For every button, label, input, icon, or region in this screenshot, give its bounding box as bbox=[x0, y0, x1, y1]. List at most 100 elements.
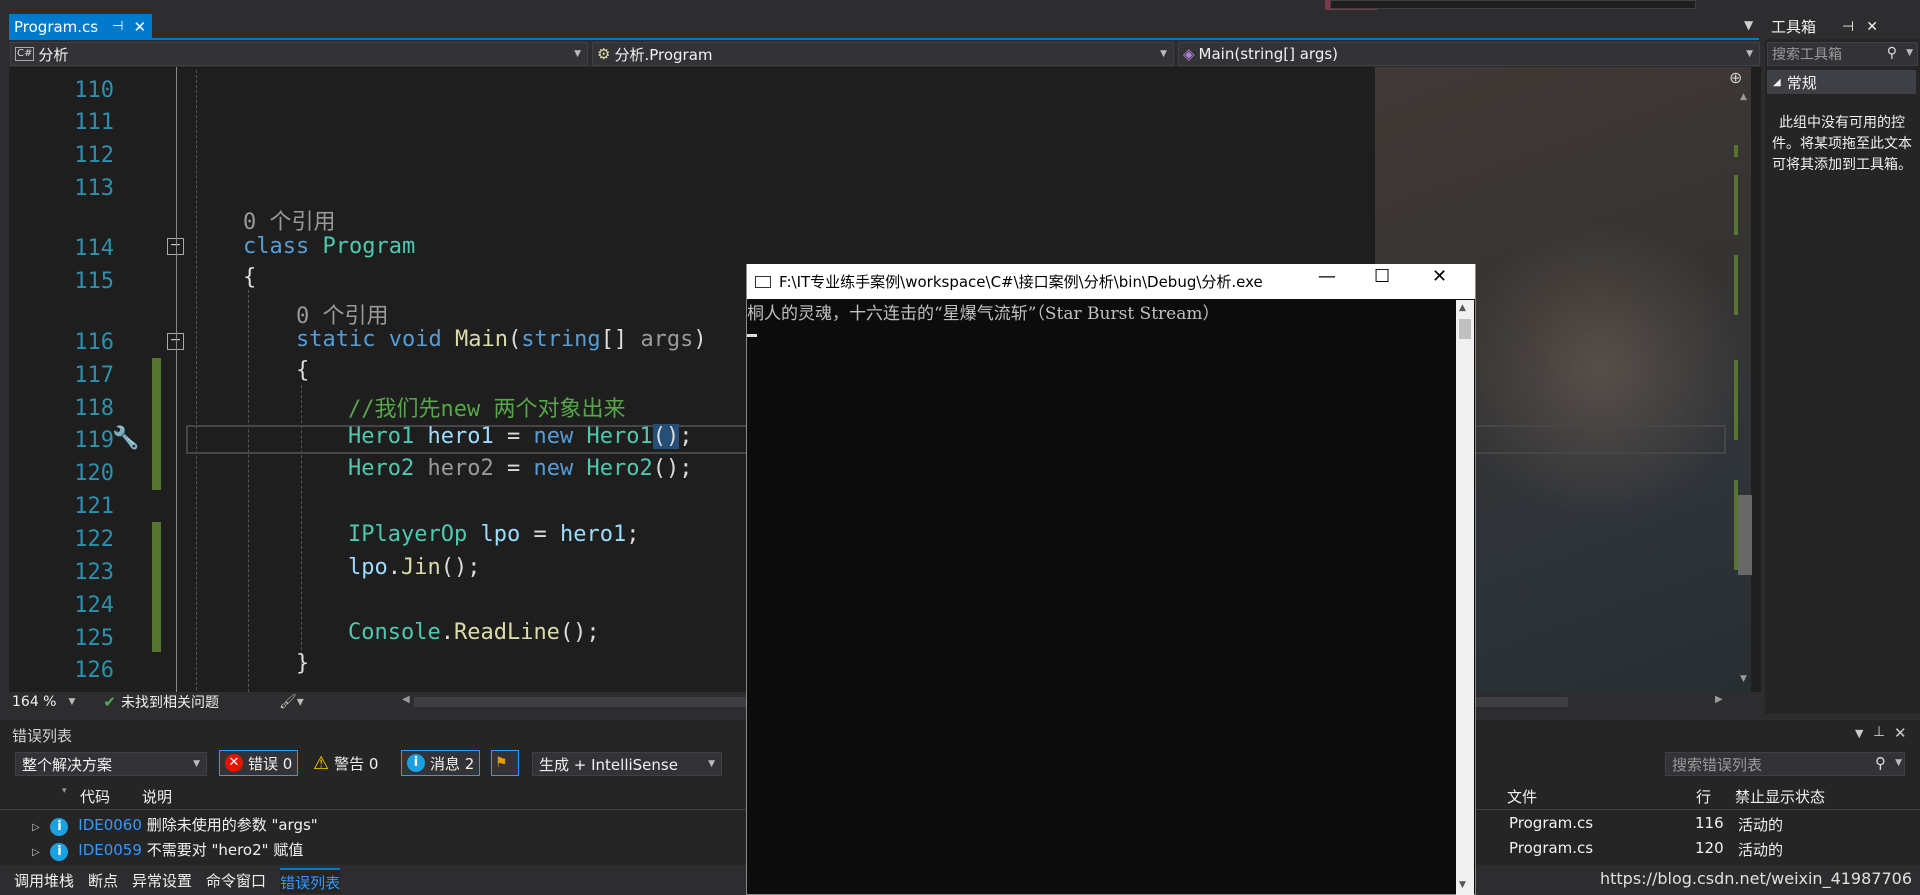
tab-breakpoints[interactable]: 断点 bbox=[88, 870, 118, 891]
class-icon: ⚙ bbox=[597, 45, 611, 63]
expand-icon[interactable]: ▷ bbox=[32, 847, 40, 858]
build-filter-dropdown[interactable]: 生成 + IntelliSense ▼ bbox=[532, 752, 722, 776]
panel-dropdown-icon[interactable]: ▼ bbox=[1855, 727, 1863, 740]
expand-icon[interactable]: ▷ bbox=[32, 822, 40, 833]
scroll-up-icon[interactable]: ▲ bbox=[1459, 303, 1466, 313]
scroll-down-icon[interactable]: ▼ bbox=[1459, 880, 1466, 890]
code-line-119[interactable]: Hero1 hero1 = new Hero1(); bbox=[348, 424, 692, 449]
scroll-right-icon[interactable]: ▶ bbox=[1715, 694, 1723, 705]
console-cursor bbox=[747, 334, 757, 337]
chevron-down-icon[interactable]: ▼ bbox=[1906, 48, 1913, 58]
table-row[interactable]: ▷ i IDE0059 不需要对 "hero2" 赋值 bbox=[32, 839, 303, 861]
quick-actions-screwdriver-icon[interactable]: 🔧 bbox=[112, 426, 139, 451]
column-description[interactable]: 说明 bbox=[142, 786, 172, 807]
column-file[interactable]: 文件 bbox=[1507, 786, 1537, 807]
punct-token: (); bbox=[440, 555, 481, 580]
maximize-button[interactable]: ☐ bbox=[1374, 266, 1390, 287]
errors-filter-button[interactable]: ✕ 错误 0 bbox=[219, 750, 299, 776]
pin-icon[interactable]: ⊣ bbox=[112, 19, 123, 34]
tab-program-cs[interactable]: Program.cs ⊣ ✕ bbox=[9, 14, 152, 39]
zoom-level[interactable]: 164 % bbox=[12, 694, 56, 710]
console-scroll-thumb[interactable] bbox=[1459, 319, 1471, 339]
toolbox-group-header[interactable]: ◢ 常规 bbox=[1767, 70, 1916, 94]
console-scrollbar[interactable] bbox=[1456, 300, 1474, 895]
code-line-118[interactable]: //我们先new 两个对象出来 bbox=[348, 391, 625, 423]
search-icon[interactable]: ⚲ bbox=[1887, 45, 1897, 61]
error-description: 不需要对 "hero2" 赋值 bbox=[146, 841, 304, 859]
tab-command-window[interactable]: 命令窗口 bbox=[206, 870, 266, 891]
keyword-token: class bbox=[243, 234, 310, 259]
error-list-search-input[interactable]: 搜索错误列表 ⚲ ▼ bbox=[1665, 752, 1905, 776]
line-number: 122 bbox=[74, 527, 114, 552]
member-label: Main(string[] args) bbox=[1198, 45, 1339, 63]
member-dropdown[interactable]: ◈ Main(string[] args) ▼ bbox=[1178, 42, 1760, 66]
scroll-left-icon[interactable]: ◀ bbox=[402, 694, 410, 705]
code-line-120[interactable]: Hero2 hero2 = new Hero2(); bbox=[348, 456, 692, 481]
code-line-116[interactable]: static void Main(string[] args) bbox=[296, 327, 707, 352]
table-row[interactable]: ▷ i IDE0060 删除未使用的参数 "args" bbox=[32, 814, 318, 836]
tab-underline bbox=[9, 38, 1759, 40]
column-suppression[interactable]: 禁止显示状态 bbox=[1735, 786, 1825, 807]
punct-token: ) bbox=[693, 327, 707, 352]
error-code-link[interactable]: IDE0060 bbox=[78, 816, 142, 834]
overview-marker bbox=[1734, 255, 1738, 315]
pin-icon[interactable]: ⊥ bbox=[1873, 724, 1885, 740]
keyword-token: static bbox=[296, 327, 376, 352]
scroll-down-icon[interactable]: ▼ bbox=[1740, 674, 1747, 684]
brush-icon[interactable]: 🖌▾ bbox=[279, 694, 304, 710]
punct-token: ; bbox=[679, 456, 693, 481]
column-line[interactable]: 行 bbox=[1696, 786, 1711, 807]
chevron-down-icon: ▼ bbox=[708, 759, 715, 769]
chevron-down-icon[interactable]: ▼ bbox=[68, 697, 75, 707]
code-line-122[interactable]: IPlayerOp lpo = hero1; bbox=[348, 522, 639, 547]
toolbox-group-label: 常规 bbox=[1786, 73, 1817, 92]
close-icon[interactable]: ✕ bbox=[1866, 19, 1878, 35]
code-line-114[interactable]: class Program bbox=[243, 234, 415, 259]
vertical-scroll-thumb[interactable] bbox=[1738, 495, 1752, 575]
class-dropdown[interactable]: ⚙ 分析.Program ▼ bbox=[592, 42, 1174, 66]
column-code[interactable]: 代码 bbox=[80, 786, 110, 807]
codelens-references[interactable]: 0 个引用 bbox=[243, 204, 336, 236]
pin-icon[interactable]: ⊣ bbox=[1842, 19, 1854, 35]
error-code-link[interactable]: IDE0059 bbox=[78, 841, 142, 859]
close-icon[interactable]: ✕ bbox=[133, 18, 146, 36]
tab-call-stack[interactable]: 调用堆栈 bbox=[14, 870, 74, 891]
scroll-up-icon[interactable]: ▲ bbox=[1740, 92, 1747, 102]
method-token: ReadLine bbox=[453, 620, 560, 645]
toolbox-search-input[interactable]: 搜索工具箱 ⚲ ▼ bbox=[1767, 42, 1918, 66]
code-line-126[interactable]: } bbox=[296, 651, 309, 676]
tab-error-list[interactable]: 错误列表 bbox=[280, 867, 341, 893]
code-line-123[interactable]: lpo.Jin(); bbox=[348, 555, 481, 580]
console-window[interactable] bbox=[746, 264, 1476, 895]
close-button[interactable]: ✕ bbox=[1432, 266, 1447, 287]
chevron-down-icon: ▼ bbox=[574, 49, 581, 59]
sort-icon[interactable]: ▾ bbox=[62, 786, 67, 796]
scope-dropdown[interactable]: 整个解决方案 ▼ bbox=[15, 752, 207, 776]
issues-status[interactable]: 未找到相关问题 bbox=[121, 692, 219, 712]
close-icon[interactable]: ✕ bbox=[1894, 724, 1907, 742]
error-icon: ✕ bbox=[225, 754, 243, 772]
tab-dropdown-icon[interactable]: ▼ bbox=[1744, 18, 1753, 32]
code-line-117[interactable]: { bbox=[296, 358, 309, 383]
chevron-down-icon[interactable]: ▼ bbox=[1895, 758, 1902, 768]
punct-token: . bbox=[440, 620, 454, 645]
tab-exception-settings[interactable]: 异常设置 bbox=[132, 870, 192, 891]
split-icon[interactable]: ⊕ bbox=[1729, 68, 1742, 87]
punct-token: () bbox=[652, 424, 680, 449]
build-filter-toggle[interactable]: ⚑ bbox=[491, 750, 519, 776]
code-line-125[interactable]: Console.ReadLine(); bbox=[348, 620, 600, 645]
type-token: Program bbox=[322, 234, 416, 259]
console-title-bar[interactable]: F:\IT专业练手案例\workspace\C#\接口案例\分析\bin\Deb… bbox=[747, 264, 1475, 299]
messages-filter-button[interactable]: i 消息 2 bbox=[401, 750, 481, 776]
search-icon[interactable]: ⚲ bbox=[1875, 754, 1886, 772]
warnings-filter-button[interactable]: ⚠ 警告 0 bbox=[308, 750, 383, 776]
codelens-references[interactable]: 0 个引用 bbox=[296, 298, 389, 330]
project-dropdown[interactable]: C# 分析 ▼ bbox=[10, 42, 588, 66]
toolbox-empty-text: 此组中没有可用的控件。将某项拖至此文本可将其添加到工具箱。 bbox=[1772, 115, 1912, 173]
code-line-115[interactable]: { bbox=[243, 265, 256, 290]
change-marker bbox=[152, 522, 161, 652]
keyword-token: void bbox=[388, 327, 442, 352]
minimize-button[interactable]: — bbox=[1318, 266, 1336, 287]
info-icon: i bbox=[50, 818, 69, 836]
toolbox-title-bar: 工具箱 ⊣ ✕ bbox=[1765, 14, 1920, 39]
